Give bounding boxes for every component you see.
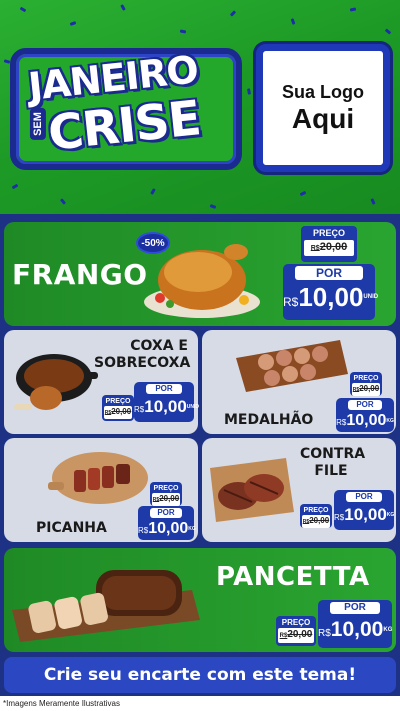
por-label: POR — [348, 400, 382, 410]
old-price-tag-frango: PREÇO R$20,00 — [301, 226, 357, 262]
old-price-tag-pancetta: PREÇO R$20,00 — [276, 616, 316, 646]
confetti-piece — [69, 21, 77, 26]
confetti-piece — [19, 6, 27, 13]
product-name-pancetta: PANCETTA — [216, 562, 370, 592]
new-price-contra-file: R$10,00KG — [334, 505, 395, 524]
por-label: POR — [146, 384, 182, 394]
old-price-medalhao: R$20,00 — [352, 383, 380, 396]
cta-banner[interactable]: Crie seu encarte com este tema! — [4, 657, 396, 693]
new-price-tag-frango: POR R$10,00UNID — [283, 264, 379, 320]
disclaimer-text: *Imagens Meramente Ilustrativas — [0, 696, 400, 711]
new-price-tag-contra-file: POR R$10,00KG — [334, 490, 394, 530]
preco-label: PREÇO — [105, 398, 131, 405]
old-price-picanha: R$20,00 — [152, 493, 180, 506]
product-name-contra-file-line1: CONTRA — [300, 446, 366, 462]
confetti-piece — [120, 4, 126, 11]
old-price-contra-file: R$20,00 — [302, 515, 330, 528]
pancetta-roll-image — [12, 570, 200, 642]
new-price-tag-coxa: POR R$10,00UNID — [134, 382, 200, 422]
product-name-contra-file-line2: FILE — [314, 463, 348, 479]
product-name-coxa-line1: COXA E — [130, 338, 188, 354]
confetti-piece — [11, 183, 19, 190]
confetti-piece — [349, 7, 357, 12]
product-name-contra-file: CONTRA FILE — [300, 446, 366, 480]
old-price-tag-picanha: PREÇO R$20,00 — [150, 482, 182, 506]
new-price-pancetta: R$10,00KG — [318, 618, 393, 641]
new-price-medalhao: R$10,00KG — [336, 412, 394, 429]
logo-text-line2: Aqui — [291, 102, 355, 134]
new-price-tag-pancetta: POR R$10,00KG — [318, 600, 392, 648]
old-price-tag-medalhao: PREÇO R$20,00 — [350, 372, 382, 396]
por-label: POR — [150, 508, 182, 518]
old-price-coxa: R$20,00 — [104, 406, 132, 419]
confetti-piece — [150, 188, 156, 195]
product-name-medalhao: MEDALHÃO — [224, 412, 314, 428]
por-label: POR — [330, 602, 380, 614]
preco-label: PREÇO — [281, 618, 311, 627]
medallion-skewers-image — [236, 340, 348, 392]
product-name-picanha: PICANHA — [36, 520, 107, 536]
confetti-piece — [299, 190, 307, 197]
logo-placeholder[interactable]: Sua Logo Aqui — [256, 44, 390, 172]
confetti-piece — [229, 10, 237, 17]
confetti-piece — [59, 198, 67, 205]
new-price-tag-picanha: POR R$10,00KG — [138, 506, 196, 540]
discount-badge: -50% — [136, 232, 170, 254]
product-name-coxa: COXA E SOBRECOXA — [94, 338, 191, 372]
product-name-frango: FRANGO — [12, 258, 148, 291]
preco-label: PREÇO — [153, 485, 179, 492]
old-price-tag-coxa: PREÇO R$20,00 — [102, 395, 134, 421]
brand-tag-sem: SEM — [29, 108, 46, 140]
logo-text-line1: Sua Logo — [282, 81, 364, 102]
new-price-frango: R$10,00UNID — [283, 282, 379, 312]
preco-label: PREÇO — [312, 228, 345, 238]
por-label: POR — [346, 492, 382, 502]
product-name-coxa-line2: SOBRECOXA — [94, 355, 191, 371]
steak-board-image — [210, 458, 294, 522]
confetti-piece — [384, 28, 392, 35]
confetti-piece — [370, 198, 376, 205]
new-price-tag-medalhao: POR R$10,00KG — [336, 398, 394, 432]
new-price-picanha: R$10,00KG — [138, 520, 196, 537]
preco-label: PREÇO — [353, 375, 379, 382]
chicken-leg-pan-image — [14, 354, 98, 410]
confetti-piece — [290, 18, 296, 25]
picanha-board-image — [48, 452, 148, 504]
confetti-piece — [247, 88, 251, 95]
confetti-piece — [179, 29, 187, 34]
new-price-coxa: R$10,00UNID — [134, 397, 200, 416]
old-price-tag-contra-file: PREÇO R$20,00 — [300, 504, 332, 528]
confetti-piece — [209, 204, 217, 209]
preco-label: PREÇO — [303, 507, 329, 514]
old-price-pancetta: R$20,00 — [278, 628, 314, 643]
old-price-frango: R$20,00 — [304, 240, 354, 256]
por-label: POR — [295, 266, 363, 280]
